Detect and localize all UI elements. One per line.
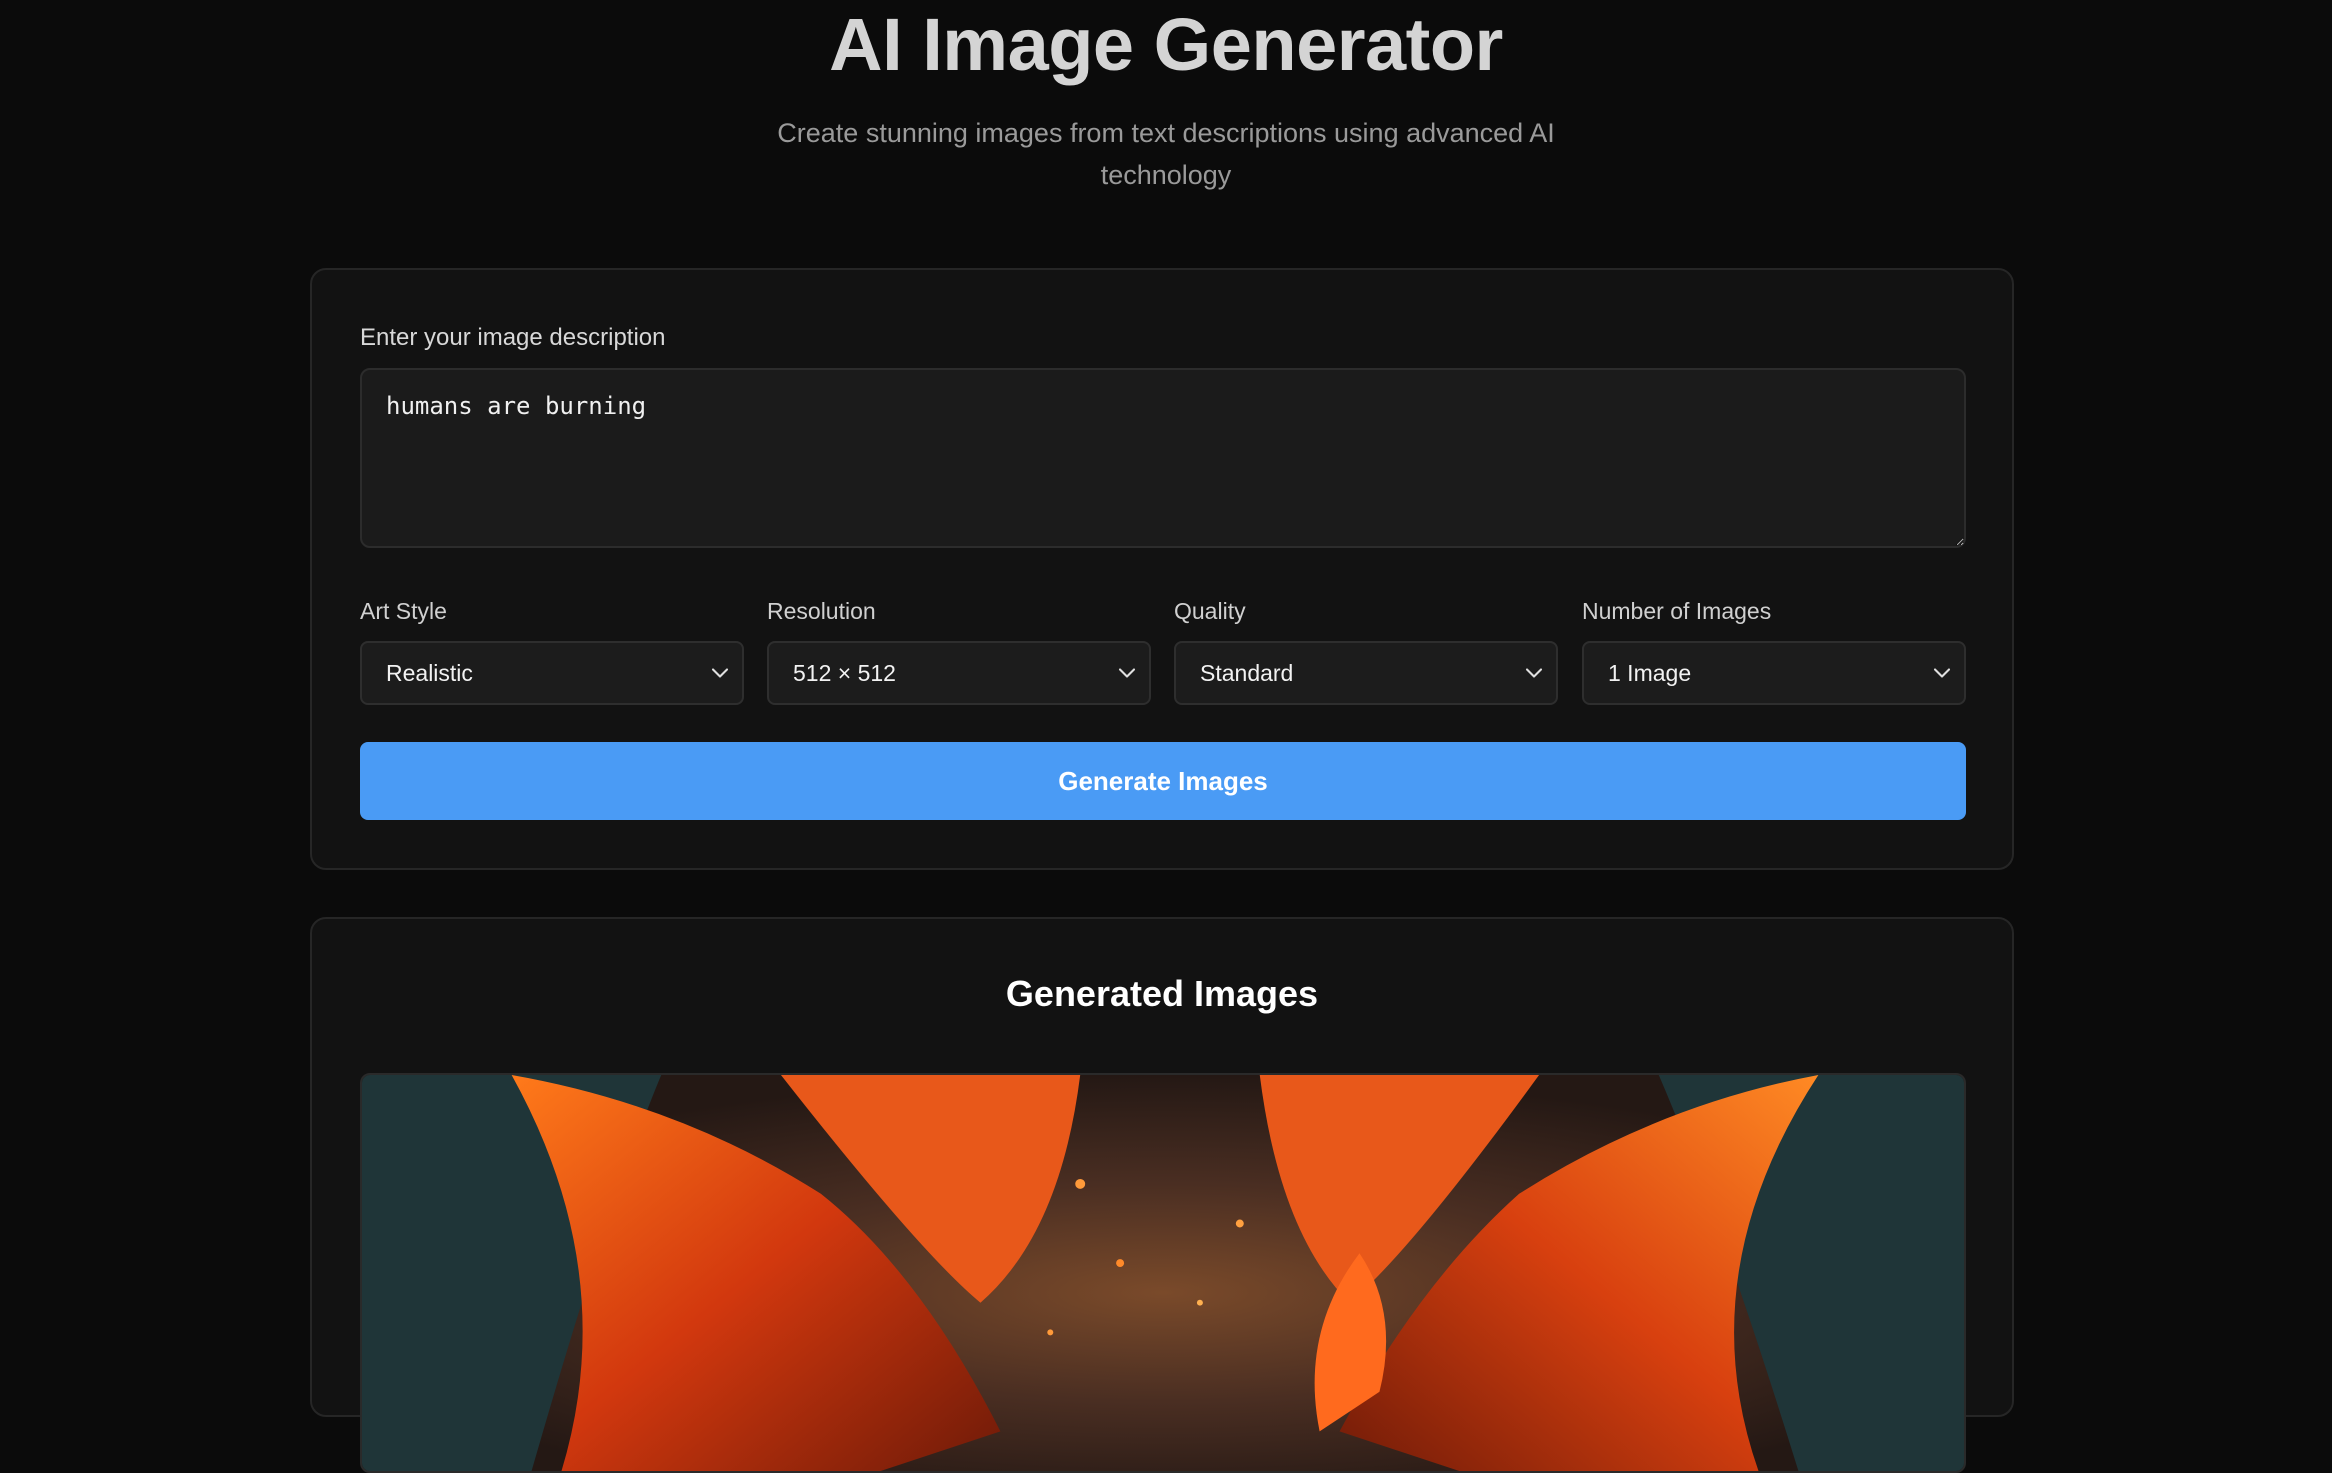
resolution-value: 512 × 512 (793, 659, 896, 686)
art-style-label: Art Style (360, 598, 447, 624)
image-count-label: Number of Images (1582, 598, 1772, 624)
quality-value: Standard (1200, 659, 1294, 686)
page-title: AI Image Generator (829, 3, 1503, 86)
resolution-select[interactable]: 512 × 512 (767, 641, 1151, 705)
chevron-down-icon (1525, 668, 1543, 678)
chevron-down-icon (711, 668, 729, 678)
quality-field: Quality Standard (1174, 598, 1558, 705)
prompt-label: Enter your image description (360, 324, 666, 351)
chevron-down-icon (1118, 668, 1136, 678)
page-subtitle: Create stunning images from text descrip… (777, 118, 1555, 190)
art-style-select[interactable]: Realistic (360, 641, 744, 705)
resolution-label: Resolution (767, 598, 876, 624)
resolution-field: Resolution 512 × 512 (767, 598, 1151, 705)
generate-images-button[interactable]: Generate Images (360, 742, 1966, 820)
image-count-select[interactable]: 1 Image (1582, 641, 1966, 705)
results-card: Generated Images (310, 917, 2014, 1473)
chevron-down-icon (1933, 668, 1951, 678)
art-style-field: Art Style Realistic (360, 598, 744, 705)
generator-form-card: Enter your image description humans are … (310, 268, 2014, 870)
quality-select[interactable]: Standard (1174, 641, 1558, 705)
image-count-field: Number of Images 1 Image (1582, 598, 1966, 705)
prompt-textarea[interactable]: humans are burning (360, 368, 1966, 548)
generated-image-artwork (362, 1075, 1964, 1471)
art-style-value: Realistic (386, 659, 473, 686)
image-count-value: 1 Image (1608, 659, 1692, 686)
quality-label: Quality (1174, 598, 1246, 624)
results-title: Generated Images (1005, 973, 1319, 1014)
generated-image[interactable] (360, 1073, 1966, 1473)
